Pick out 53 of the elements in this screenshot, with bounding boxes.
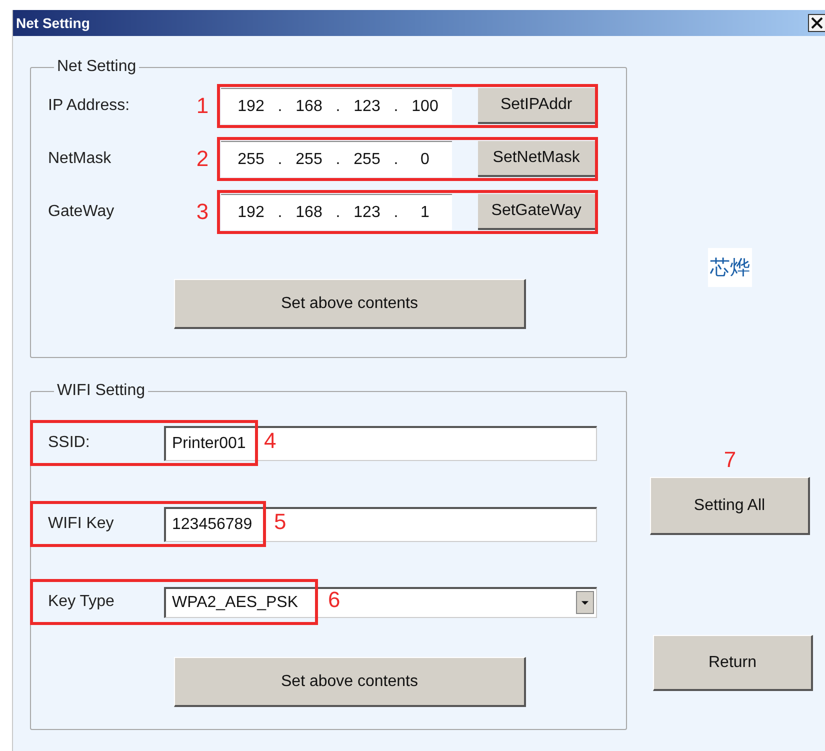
close-button[interactable] — [808, 14, 825, 32]
callout-number: 3 — [195, 199, 210, 225]
callout-number: 1 — [195, 93, 210, 119]
field-label: IP Address: — [48, 97, 131, 115]
octet-separator: . — [334, 98, 342, 116]
ip-field[interactable]: 192 . 168 . 123 . 1 — [221, 194, 452, 230]
octet-value: 0 — [420, 150, 430, 168]
octet-value: 192 — [236, 204, 266, 222]
field-value: 123456789 — [172, 516, 252, 534]
close-icon — [811, 17, 823, 29]
octet-value: 123 — [352, 98, 382, 116]
octet-separator: . — [392, 98, 400, 116]
octet-value: 168 — [294, 204, 324, 222]
window-title: Net Setting — [16, 15, 90, 31]
callout-number: 5 — [274, 509, 286, 535]
field-value: Printer001 — [172, 434, 246, 452]
octet-value: 255 — [352, 150, 382, 168]
set-contents-button[interactable]: Set above contents — [174, 279, 526, 329]
octet-separator: . — [334, 204, 342, 222]
field-label: WIFI Key — [48, 515, 115, 533]
return-button[interactable]: Return — [653, 635, 813, 691]
field-label: SSID: — [48, 434, 91, 452]
octet-value: 168 — [294, 98, 324, 116]
octet-value: 255 — [294, 150, 324, 168]
octet-separator: . — [276, 204, 284, 222]
set-contents-button[interactable]: Set above contents — [174, 657, 526, 707]
octet-separator: . — [276, 150, 284, 168]
field-label: Key Type — [48, 593, 116, 611]
group-title: Net Setting — [56, 58, 138, 76]
set-button[interactable]: SetGateWay — [478, 194, 595, 230]
setting-all-button[interactable]: Setting All — [650, 477, 810, 535]
octet-separator: . — [392, 150, 400, 168]
callout-number: 7 — [724, 447, 736, 473]
set-button[interactable]: SetNetMask — [478, 141, 595, 177]
field-label: NetMask — [48, 150, 112, 168]
callout-number: 6 — [328, 587, 340, 613]
ip-field[interactable]: 192 . 168 . 123 . 100 — [221, 88, 452, 124]
field-value: WPA2_AES_PSK — [172, 594, 298, 612]
set-button[interactable]: SetIPAddr — [478, 88, 595, 124]
ip-field[interactable]: 255 . 255 . 255 . 0 — [221, 141, 452, 177]
octet-value: 100 — [410, 98, 440, 116]
octet-value: 255 — [236, 150, 266, 168]
octet-separator: . — [392, 204, 400, 222]
brand-logo: 芯烨 — [708, 248, 752, 287]
field-label: GateWay — [48, 203, 116, 221]
octet-value: 192 — [236, 98, 266, 116]
octet-value: 1 — [420, 204, 430, 222]
octet-separator: . — [334, 150, 342, 168]
callout-number: 2 — [195, 146, 210, 172]
group-title: WIFI Setting — [56, 382, 146, 400]
octet-value: 123 — [352, 204, 382, 222]
callout-number: 4 — [264, 428, 276, 454]
octet-separator: . — [276, 98, 284, 116]
